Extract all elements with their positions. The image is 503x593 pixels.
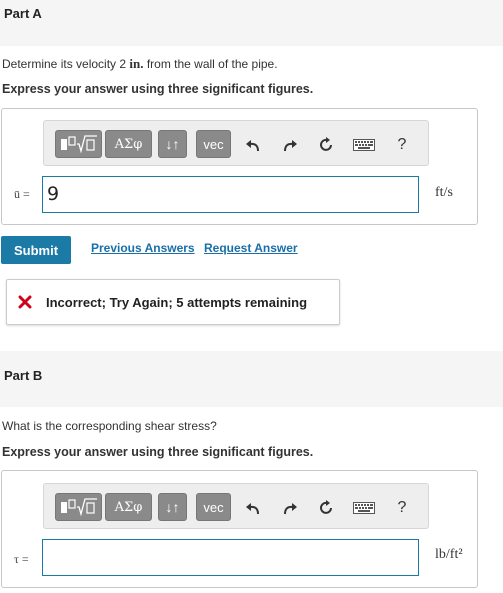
- keyboard-icon[interactable]: [351, 497, 377, 519]
- incorrect-feedback: Incorrect; Try Again; 5 attempts remaini…: [6, 279, 340, 325]
- velocity-answer-input[interactable]: 9: [42, 176, 419, 213]
- velocity-unit: ft/s: [435, 185, 453, 200]
- vec-button[interactable]: vec: [196, 493, 231, 521]
- reset-icon[interactable]: [315, 497, 337, 519]
- templates-button[interactable]: [55, 130, 102, 158]
- templates-icon: [60, 135, 97, 154]
- templates-icon: [60, 498, 97, 517]
- help-icon[interactable]: ?: [391, 134, 413, 156]
- redo-icon[interactable]: [279, 134, 301, 156]
- part-b-instruction: Express your answer using three signific…: [2, 445, 314, 459]
- velocity-variable-label: ū =: [14, 187, 30, 201]
- part-a-answer-box: ΑΣφ ↓↑ vec ? ū = 9 ft/s: [1, 108, 478, 225]
- reset-icon[interactable]: [315, 134, 337, 156]
- undo-icon[interactable]: [242, 497, 264, 519]
- vec-button[interactable]: vec: [196, 130, 231, 158]
- part-b-header: Part B: [0, 351, 503, 407]
- greek-symbols-button[interactable]: ΑΣφ: [105, 493, 152, 521]
- part-a-instruction: Express your answer using three signific…: [2, 82, 314, 96]
- part-a-question: Determine its velocity 2 in. from the wa…: [2, 56, 278, 72]
- help-icon[interactable]: ?: [391, 497, 413, 519]
- part-b-answer-box: ΑΣφ ↓↑ vec ? τ = lb/ft²: [1, 470, 478, 588]
- feedback-message: Incorrect; Try Again; 5 attempts remaini…: [46, 295, 308, 310]
- part-b-title: Part B: [4, 368, 43, 383]
- arrows-button[interactable]: ↓↑: [158, 130, 187, 158]
- part-a-header: Part A: [0, 0, 503, 46]
- question-suffix: from the wall of the pipe.: [143, 57, 278, 71]
- question-unit: in.: [129, 56, 144, 71]
- previous-answers-link[interactable]: Previous Answers: [91, 241, 195, 255]
- part-b-question: What is the corresponding shear stress?: [2, 419, 217, 433]
- part-a-title: Part A: [4, 6, 42, 21]
- templates-button[interactable]: [55, 493, 102, 521]
- shear-stress-answer-input[interactable]: [42, 539, 419, 576]
- math-toolbar: ΑΣφ ↓↑ vec ?: [43, 483, 429, 529]
- question-prefix: Determine its velocity 2: [2, 57, 130, 71]
- arrows-button[interactable]: ↓↑: [158, 493, 187, 521]
- keyboard-icon[interactable]: [351, 134, 377, 156]
- submit-button[interactable]: Submit: [1, 236, 71, 264]
- redo-icon[interactable]: [279, 497, 301, 519]
- incorrect-x-icon: [18, 295, 32, 309]
- request-answer-link[interactable]: Request Answer: [204, 241, 298, 255]
- math-toolbar: ΑΣφ ↓↑ vec ?: [43, 120, 429, 166]
- greek-symbols-button[interactable]: ΑΣφ: [105, 130, 152, 158]
- shear-stress-variable-label: τ =: [14, 552, 29, 566]
- shear-stress-unit: lb/ft²: [435, 547, 463, 562]
- undo-icon[interactable]: [242, 134, 264, 156]
